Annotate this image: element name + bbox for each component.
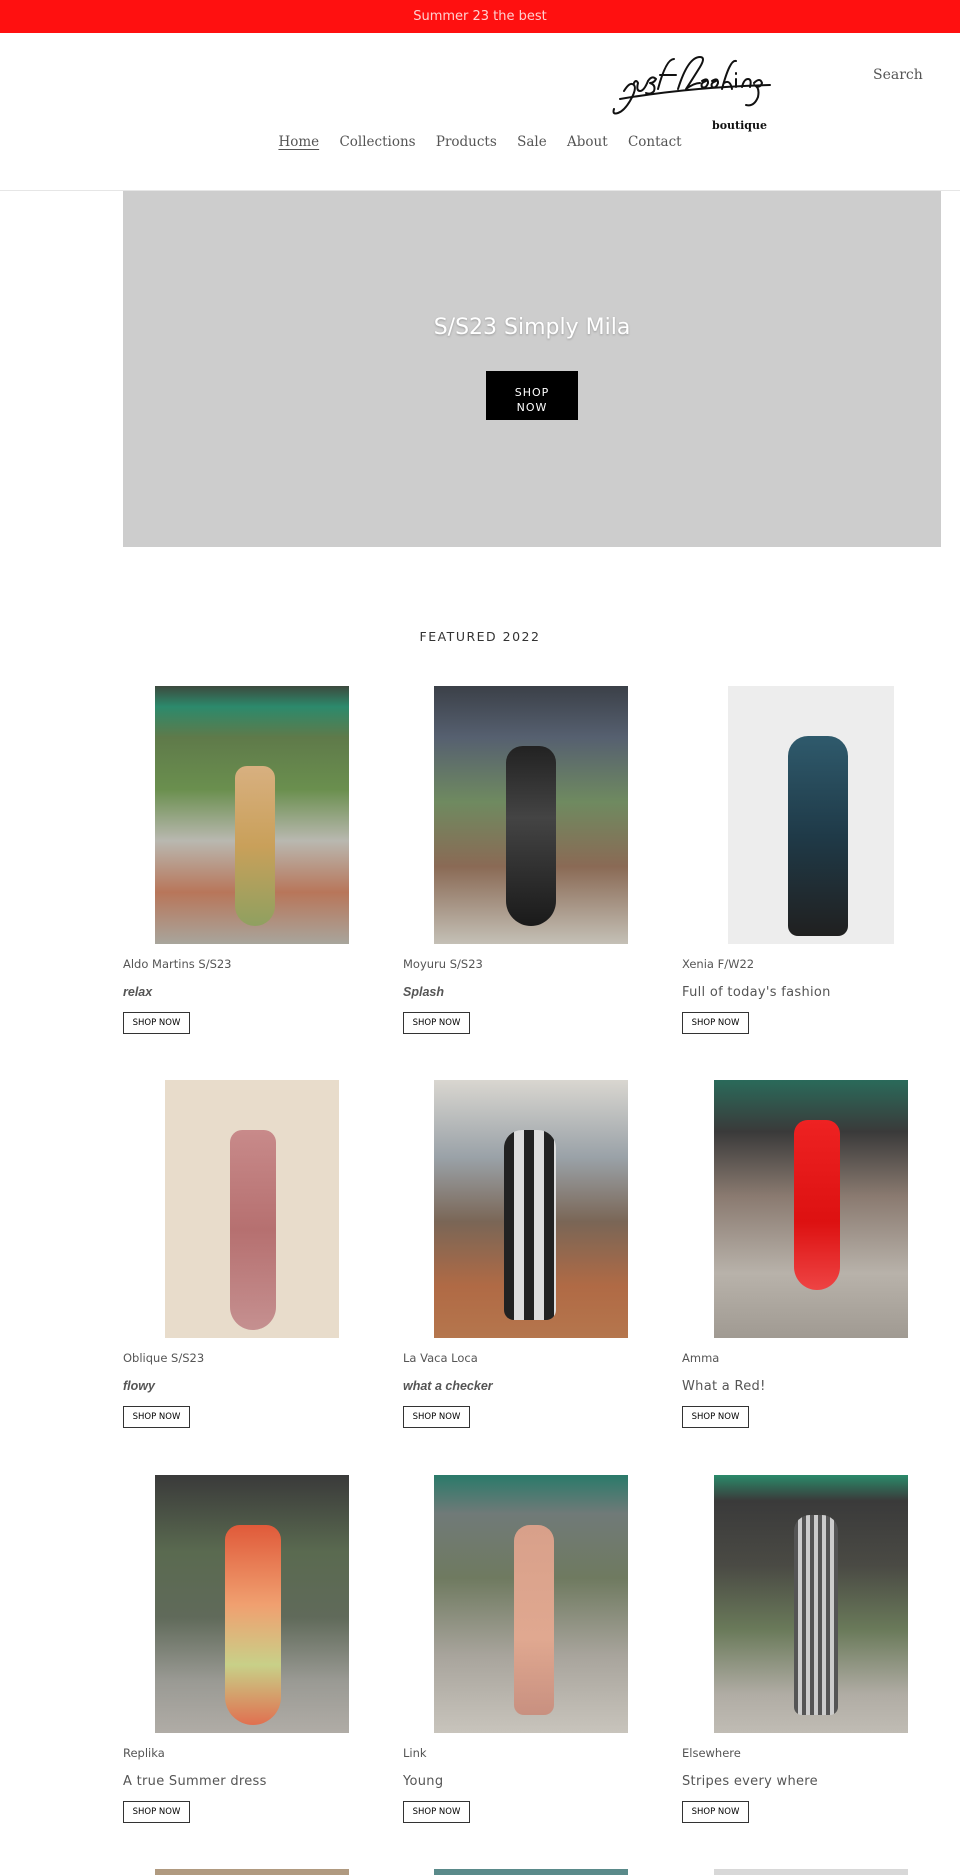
product-image-peek	[155, 1869, 349, 1875]
product-tagline: Stripes every where	[682, 1774, 818, 1789]
product-image-link[interactable]	[123, 1080, 353, 1340]
product-tagline: Young	[403, 1774, 444, 1789]
product-image-link[interactable]	[682, 1475, 912, 1735]
product-image-link[interactable]	[403, 686, 633, 946]
product-image	[434, 1475, 628, 1733]
product-tagline: A true Summer dress	[123, 1774, 267, 1789]
product-image-link[interactable]	[403, 1080, 633, 1340]
product-image-link[interactable]	[123, 686, 353, 946]
product-image	[155, 1475, 349, 1733]
product-image-link[interactable]	[403, 1475, 633, 1735]
search-link[interactable]: Search	[873, 67, 923, 83]
nav-item-products[interactable]: Products	[436, 134, 497, 150]
product-vendor: Aldo Martins S/S23	[123, 957, 232, 971]
hero-banner: S/S23 Simply Mila SHOP NOW	[123, 191, 941, 547]
shop-now-button[interactable]: SHOP NOW	[403, 1012, 470, 1034]
product-image-peek	[714, 1869, 908, 1875]
product-image	[728, 686, 894, 944]
product-image-link[interactable]	[682, 1080, 912, 1340]
shop-now-button[interactable]: SHOP NOW	[682, 1012, 749, 1034]
product-image	[434, 686, 628, 944]
nav-item-contact[interactable]: Contact	[628, 134, 682, 150]
product-image-link[interactable]	[682, 686, 912, 946]
logo-wordmark: boutique	[612, 56, 771, 132]
hero-shop-now-button[interactable]: SHOP NOW	[486, 371, 578, 420]
nav-item-sale[interactable]: Sale	[517, 134, 547, 150]
product-vendor: La Vaca Loca	[403, 1351, 478, 1365]
product-tagline: what a checker	[403, 1379, 493, 1393]
main-nav: Home Collections Products Sale About Con…	[0, 134, 960, 150]
shop-now-button[interactable]: SHOP NOW	[123, 1406, 190, 1428]
site-header: boutique Search Home Collections Product…	[0, 33, 960, 191]
product-image	[155, 686, 349, 944]
nav-item-collections[interactable]: Collections	[339, 134, 415, 150]
product-image-link[interactable]	[123, 1475, 353, 1735]
product-tagline: Full of today's fashion	[682, 985, 831, 1000]
product-image	[714, 1475, 908, 1733]
product-image	[165, 1080, 339, 1338]
product-tagline: Splash	[403, 985, 444, 999]
shop-now-button[interactable]: SHOP NOW	[403, 1406, 470, 1428]
shop-now-button[interactable]: SHOP NOW	[123, 1801, 190, 1823]
product-tagline: What a Red!	[682, 1379, 766, 1394]
hero-button-line2: NOW	[516, 401, 548, 414]
shop-now-button[interactable]: SHOP NOW	[403, 1801, 470, 1823]
product-vendor: Xenia F/W22	[682, 957, 755, 971]
nav-item-about[interactable]: About	[567, 134, 608, 150]
product-tagline: relax	[123, 985, 153, 999]
product-vendor: Link	[403, 1746, 427, 1760]
logo[interactable]: boutique	[612, 53, 782, 135]
product-vendor: Amma	[682, 1351, 720, 1365]
shop-now-button[interactable]: SHOP NOW	[682, 1801, 749, 1823]
featured-title: FEATURED 2022	[419, 629, 541, 644]
hero-button-line1: SHOP	[514, 386, 550, 399]
product-vendor: Elsewhere	[682, 1746, 741, 1760]
shop-now-button[interactable]: SHOP NOW	[123, 1012, 190, 1034]
svg-text:boutique: boutique	[712, 119, 767, 132]
product-tagline: flowy	[123, 1379, 155, 1393]
product-vendor: Replika	[123, 1746, 165, 1760]
product-vendor: Moyuru S/S23	[403, 957, 483, 971]
nav-item-home[interactable]: Home	[278, 134, 319, 150]
hero-title: S/S23 Simply Mila	[433, 315, 631, 340]
product-image-peek	[434, 1869, 628, 1875]
announcement-text: Summer 23 the best	[413, 9, 547, 24]
announcement-bar: Summer 23 the best	[0, 0, 960, 33]
shop-now-button[interactable]: SHOP NOW	[682, 1406, 749, 1428]
product-image	[434, 1080, 628, 1338]
product-vendor: Oblique S/S23	[123, 1351, 205, 1365]
product-image	[714, 1080, 908, 1338]
